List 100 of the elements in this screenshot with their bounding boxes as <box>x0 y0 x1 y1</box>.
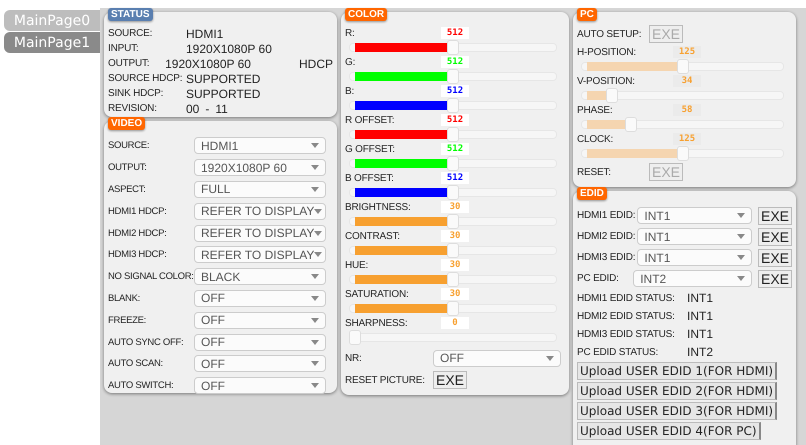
slider-value: 512 <box>441 56 469 68</box>
slider-thumb[interactable] <box>447 214 459 229</box>
slider-label: R: <box>345 28 356 38</box>
status-label: HDMI1 EDID STATUS: <box>577 292 676 304</box>
slider[interactable] <box>349 98 557 113</box>
slider-thumb[interactable] <box>447 272 459 287</box>
status-label: INPUT: <box>108 43 140 54</box>
slider-thumb[interactable] <box>349 330 361 345</box>
caret-icon <box>546 356 554 360</box>
upload-button[interactable]: Upload USER EDID 2(FOR HDMI) <box>577 382 778 400</box>
slider[interactable] <box>349 301 557 316</box>
upload-button[interactable]: Upload USER EDID 4(FOR PC) <box>577 422 761 440</box>
slider[interactable] <box>349 272 557 287</box>
slider-value: 58 <box>673 104 701 116</box>
status-label: SOURCE HDCP: <box>108 73 184 84</box>
slider-value: 512 <box>441 114 469 126</box>
slider[interactable] <box>581 117 784 132</box>
slider[interactable] <box>349 40 557 55</box>
status-value: 00 <box>186 102 200 116</box>
slider-thumb[interactable] <box>447 69 459 84</box>
setting-label: AUTO SWITCH: <box>108 380 174 392</box>
dropdown[interactable]: INT2 <box>633 270 752 287</box>
slider-value: 125 <box>673 46 701 58</box>
dropdown[interactable]: OFF <box>194 334 326 351</box>
status-value: 11 <box>215 102 228 116</box>
slider-label: SATURATION: <box>345 288 410 300</box>
slider[interactable] <box>349 214 557 229</box>
upload-button[interactable]: Upload USER EDID 1(FOR HDMI) <box>577 362 778 380</box>
slider[interactable] <box>581 88 784 103</box>
exe-button[interactable]: EXE <box>758 228 792 246</box>
slider-thumb[interactable] <box>447 98 459 113</box>
slider[interactable] <box>349 185 557 200</box>
slider-thumb[interactable] <box>447 185 459 200</box>
status-label: PC EDID STATUS: <box>577 346 660 358</box>
slider-label: B: <box>345 86 356 96</box>
status-value: SUPPORTED <box>186 86 260 100</box>
setting-label: AUTO SCAN: <box>108 358 164 370</box>
dropdown[interactable]: 1920X1080P 60 <box>194 159 326 176</box>
slider-label: R OFFSET: <box>345 114 396 126</box>
slider-thumb[interactable] <box>447 127 459 142</box>
caret-icon <box>311 383 319 388</box>
dropdown[interactable]: OFF <box>194 377 326 394</box>
setting-label: FREEZE: <box>108 314 148 326</box>
status-value: INT2 <box>687 345 714 359</box>
panel-title: COLOR <box>345 8 388 21</box>
slider[interactable] <box>581 59 784 74</box>
caret-icon <box>736 255 745 260</box>
dropdown[interactable]: INT1 <box>637 228 752 245</box>
dropdown[interactable]: OFF <box>433 350 561 366</box>
caret-icon <box>311 274 319 280</box>
dropdown[interactable]: OFF <box>194 312 326 329</box>
setting-label: AUTO SETUP: <box>577 28 642 40</box>
status-value: HDCP <box>298 56 333 70</box>
exe-button[interactable]: EXE <box>758 206 792 224</box>
slider-thumb[interactable] <box>676 59 688 74</box>
slider[interactable] <box>349 243 557 258</box>
slider[interactable] <box>349 127 557 142</box>
status-label: SINK HDCP: <box>108 88 164 99</box>
slider-label: BRIGHTNESS: <box>345 202 412 212</box>
slider[interactable] <box>349 69 557 84</box>
slider-label: B OFFSET: <box>345 172 395 184</box>
dropdown[interactable]: INT1 <box>637 249 752 266</box>
slider-thumb[interactable] <box>447 156 459 171</box>
setting-label: AUTO SYNC OFF: <box>108 336 184 348</box>
slider-thumb[interactable] <box>624 117 637 132</box>
caret-icon <box>736 276 745 281</box>
slider-value: 125 <box>673 133 701 145</box>
exe-button[interactable]: EXE <box>758 270 792 288</box>
dropdown[interactable]: FULL <box>194 180 326 198</box>
dropdown[interactable]: REFER TO DISPLAY <box>194 224 326 242</box>
slider-thumb[interactable] <box>676 146 688 161</box>
slider-label: PHASE: <box>577 104 614 116</box>
slider[interactable] <box>581 146 784 161</box>
slider[interactable] <box>349 330 557 345</box>
upload-button[interactable]: Upload USER EDID 3(FOR HDMI) <box>577 402 778 420</box>
slider-value: 512 <box>441 27 469 39</box>
dropdown[interactable]: INT1 <box>637 207 752 224</box>
status-value: 1920X1080P 60 <box>186 42 272 56</box>
caret-icon <box>311 165 319 170</box>
slider-thumb[interactable] <box>447 40 459 55</box>
dropdown[interactable]: REFER TO DISPLAY <box>194 202 326 220</box>
dropdown[interactable]: OFF <box>194 355 326 372</box>
dropdown[interactable]: BLACK <box>194 268 326 286</box>
dropdown[interactable]: REFER TO DISPLAY <box>194 246 326 264</box>
exe-button[interactable]: EXE <box>758 248 792 266</box>
slider-thumb[interactable] <box>606 88 618 103</box>
caret-icon <box>314 252 322 258</box>
dropdown[interactable]: OFF <box>194 290 326 307</box>
dropdown[interactable]: HDMI1 <box>194 137 326 154</box>
slider-thumb[interactable] <box>447 301 459 316</box>
slider[interactable] <box>349 156 557 171</box>
slider-label: SHARPNESS: <box>345 318 408 328</box>
slider-value: 512 <box>441 85 469 97</box>
setting-label: HDMI2 EDID: <box>577 231 636 242</box>
slider-thumb[interactable] <box>447 243 459 258</box>
caret-icon <box>311 143 319 148</box>
slider-value: 30 <box>441 230 469 242</box>
caret-icon <box>736 213 745 218</box>
exe-button[interactable]: EXE <box>433 371 468 389</box>
slider-value: 512 <box>441 143 469 155</box>
